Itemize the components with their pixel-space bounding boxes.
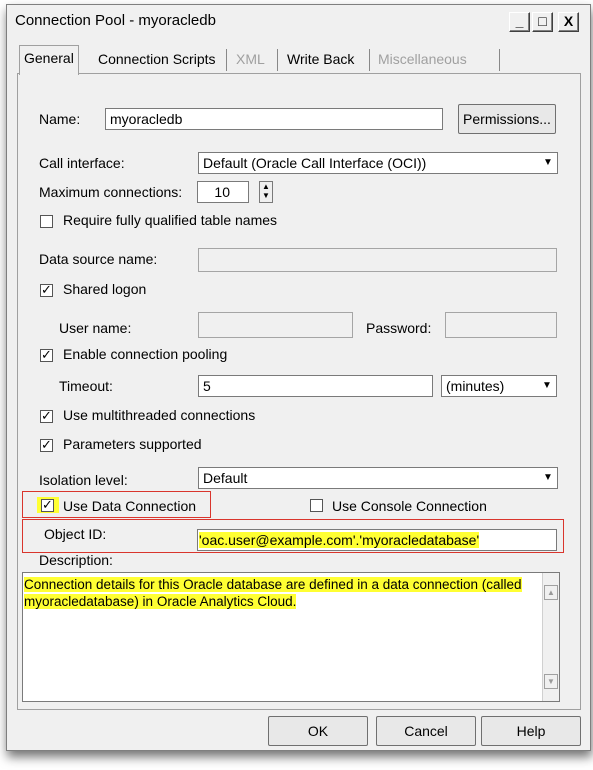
tab-general[interactable]: General: [19, 45, 79, 75]
tab-divider: [499, 49, 500, 71]
use-data-connection-label: Use Data Connection: [63, 498, 197, 514]
params-supported-checkbox[interactable]: ✓: [40, 438, 53, 452]
description-text: Connection details for this Oracle datab…: [24, 577, 522, 609]
timeout-label: Timeout:: [59, 378, 113, 394]
chevron-down-icon[interactable]: ▼: [539, 468, 557, 488]
close-button[interactable]: X: [558, 12, 579, 32]
name-label: Name:: [39, 111, 81, 127]
tab-divider: [277, 49, 278, 71]
chevron-down-icon[interactable]: ▼: [539, 153, 557, 173]
connection-pool-dialog: Connection Pool - myoracledb _ □ X Gener…: [6, 4, 591, 751]
help-button[interactable]: Help: [481, 716, 581, 746]
object-id-label: Object ID:: [44, 526, 107, 542]
tab-divider: [226, 49, 227, 71]
isolation-level-value: Default: [203, 470, 248, 486]
stepper-up-icon[interactable]: ▲: [260, 182, 272, 191]
timeout-unit-value: (minutes): [446, 378, 505, 394]
require-qualified-label: Require fully qualified table names: [63, 212, 278, 228]
maximize-button[interactable]: □: [532, 12, 553, 32]
title-bar: Connection Pool - myoracledb _ □ X: [7, 5, 590, 37]
stepper-down-icon[interactable]: ▼: [260, 191, 272, 200]
shared-logon-label: Shared logon: [63, 281, 147, 297]
description-scrollbar[interactable]: ▲ ▼: [542, 573, 559, 701]
call-interface-value: Default (Oracle Call Interface (OCI)): [203, 155, 427, 171]
use-data-connection-checkbox[interactable]: ✓: [41, 498, 54, 512]
isolation-level-label: Isolation level:: [39, 472, 128, 488]
params-supported-label: Parameters supported: [63, 436, 202, 452]
scroll-up-icon[interactable]: ▲: [544, 585, 558, 600]
permissions-button[interactable]: Permissions...: [458, 104, 556, 134]
call-interface-label: Call interface:: [39, 155, 125, 171]
tab-write-back[interactable]: Write Back: [283, 47, 358, 71]
user-name-label: User name:: [59, 320, 132, 336]
isolation-level-select[interactable]: Default ▼: [198, 467, 558, 489]
use-console-connection-checkbox[interactable]: [310, 499, 323, 512]
ok-button[interactable]: OK: [268, 716, 368, 746]
require-qualified-checkbox[interactable]: [40, 215, 53, 228]
multithreaded-checkbox[interactable]: ✓: [40, 409, 53, 423]
description-label: Description:: [39, 552, 113, 568]
description-textarea[interactable]: Connection details for this Oracle datab…: [22, 572, 560, 702]
data-source-input[interactable]: [198, 248, 557, 272]
max-connections-stepper[interactable]: ▲ ▼: [259, 181, 273, 203]
tab-divider: [369, 49, 370, 71]
use-console-connection-label: Use Console Connection: [332, 498, 487, 514]
tab-connection-scripts[interactable]: Connection Scripts: [94, 47, 220, 71]
cancel-button[interactable]: Cancel: [376, 716, 476, 746]
tab-xml[interactable]: XML: [232, 47, 269, 71]
timeout-unit-select[interactable]: (minutes) ▼: [441, 375, 557, 397]
enable-pooling-label: Enable connection pooling: [63, 346, 228, 362]
tab-miscellaneous[interactable]: Miscellaneous: [374, 47, 471, 71]
data-source-label: Data source name:: [39, 251, 158, 267]
password-input[interactable]: [445, 312, 557, 338]
call-interface-select[interactable]: Default (Oracle Call Interface (OCI)) ▼: [198, 152, 558, 174]
timeout-input[interactable]: 5: [198, 375, 433, 397]
user-name-input[interactable]: [198, 312, 353, 338]
scroll-down-icon[interactable]: ▼: [544, 674, 558, 689]
object-id-value: 'oac.user@example.com'.'myoracledatabase…: [199, 532, 480, 548]
enable-pooling-checkbox[interactable]: ✓: [40, 348, 53, 362]
max-connections-input[interactable]: 10: [197, 181, 249, 203]
minimize-button[interactable]: _: [509, 12, 530, 32]
object-id-input[interactable]: 'oac.user@example.com'.'myoracledatabase…: [197, 529, 557, 551]
password-label: Password:: [366, 320, 432, 336]
multithreaded-label: Use multithreaded connections: [63, 407, 256, 423]
shared-logon-checkbox[interactable]: ✓: [40, 283, 53, 297]
window-title: Connection Pool - myoracledb: [15, 12, 216, 29]
max-connections-label: Maximum connections:: [39, 184, 183, 200]
name-input[interactable]: myoracledb: [105, 108, 443, 130]
chevron-down-icon[interactable]: ▼: [538, 376, 556, 396]
